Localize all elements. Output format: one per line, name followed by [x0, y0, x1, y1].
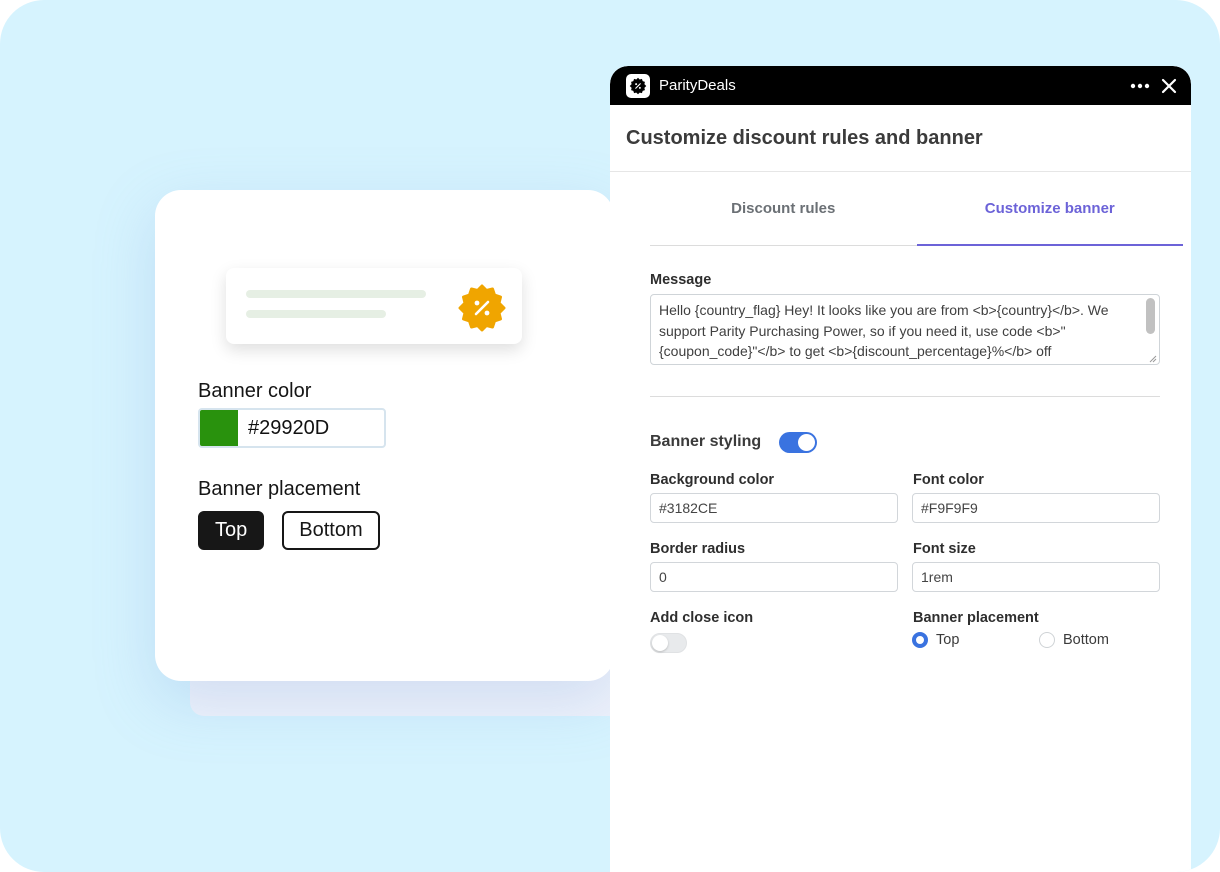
close-icon[interactable]: [1159, 76, 1179, 96]
font-size-input[interactable]: 1rem: [912, 562, 1160, 592]
placement-top-button[interactable]: Top: [198, 511, 265, 550]
banner-color-input[interactable]: #29920D: [198, 408, 386, 448]
add-close-icon-toggle[interactable]: [650, 633, 687, 653]
page-title: Customize discount rules and banner: [626, 126, 983, 149]
color-swatch[interactable]: [200, 410, 238, 446]
banner-placement-label: Banner placement: [198, 478, 361, 500]
add-close-icon-label: Add close icon: [650, 610, 754, 626]
radio-label: Bottom: [1063, 632, 1109, 648]
preview-text-line: [246, 310, 386, 318]
background-color-label: Background color: [650, 472, 775, 488]
placement-radio-top[interactable]: Top: [912, 632, 959, 648]
placement-bottom-button[interactable]: Bottom: [282, 511, 380, 550]
message-scrollbar[interactable]: [1146, 298, 1156, 334]
border-radius-label: Border radius: [650, 541, 746, 557]
tab-discount-rules[interactable]: Discount rules: [650, 172, 917, 245]
banner-placement-label: Banner placement: [913, 610, 1039, 626]
tab-bar: Discount rules Customize banner: [650, 172, 1183, 246]
banner-color-label: Banner color: [198, 380, 312, 402]
panel-header: Customize discount rules and banner: [610, 105, 1191, 172]
background-stage: Banner color #29920D Banner placement To…: [0, 0, 1220, 872]
background-color-input[interactable]: #3182CE: [650, 493, 898, 523]
border-radius-input[interactable]: 0: [650, 562, 898, 592]
font-color-label: Font color: [913, 472, 984, 488]
radio-button[interactable]: [912, 632, 928, 648]
banner-styling-label: Banner styling: [650, 433, 762, 450]
font-color-input[interactable]: #F9F9F9: [912, 493, 1160, 523]
section-divider: [650, 396, 1160, 397]
banner-preview: [226, 268, 522, 344]
placement-radio-bottom[interactable]: Bottom: [1039, 632, 1109, 648]
window-titlebar: ParityDeals: [610, 66, 1191, 105]
radio-label: Top: [936, 632, 960, 648]
more-dots-icon[interactable]: [1129, 76, 1151, 96]
banner-color-value: #29920D: [248, 416, 330, 439]
font-size-label: Font size: [913, 541, 976, 557]
discount-badge-icon: [458, 284, 506, 332]
preview-text-line: [246, 290, 426, 298]
placement-button-group: Top Bottom: [198, 511, 380, 550]
message-text: Hello {country_flag} Hey! It looks like …: [659, 302, 1109, 359]
app-name: ParityDeals: [659, 77, 736, 94]
message-textarea[interactable]: Hello {country_flag} Hey! It looks like …: [650, 294, 1160, 365]
banner-settings-card: Banner color #29920D Banner placement To…: [155, 190, 614, 681]
paritydeals-window: ParityDeals Customize discount rules and…: [610, 66, 1191, 872]
resize-grip-icon[interactable]: [1148, 354, 1157, 363]
tab-customize-banner[interactable]: Customize banner: [916, 172, 1183, 246]
paritydeals-logo-icon: [626, 73, 650, 98]
radio-button[interactable]: [1039, 632, 1055, 648]
banner-styling-toggle[interactable]: [779, 432, 817, 453]
message-label: Message: [650, 272, 712, 288]
